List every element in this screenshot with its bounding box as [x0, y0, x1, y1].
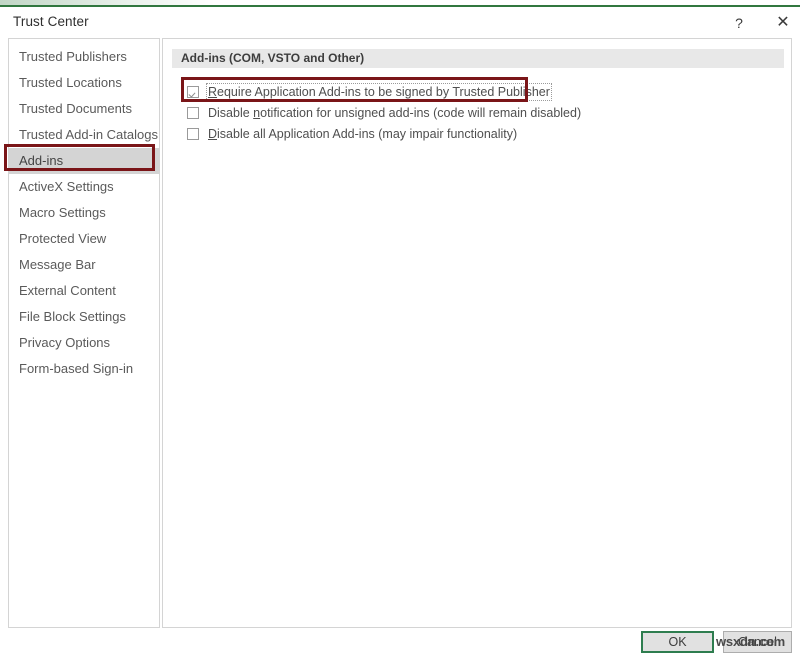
sidebar-list: Trusted PublishersTrusted LocationsTrust…: [9, 44, 159, 382]
option-row[interactable]: Require Application Add-ins to be signed…: [187, 81, 767, 102]
option-row[interactable]: Disable notification for unsigned add-in…: [187, 102, 767, 123]
option-row[interactable]: Disable all Application Add-ins (may imp…: [187, 123, 767, 144]
sidebar-item-trusted-add-in-catalogs[interactable]: Trusted Add-in Catalogs: [9, 122, 159, 148]
sidebar-item-privacy-options[interactable]: Privacy Options: [9, 330, 159, 356]
sidebar-item-external-content[interactable]: External Content: [9, 278, 159, 304]
help-icon[interactable]: ?: [722, 9, 756, 37]
checkbox-unchecked-icon[interactable]: [187, 107, 199, 119]
sidebar-item-file-block-settings[interactable]: File Block Settings: [9, 304, 159, 330]
window-title: Trust Center: [13, 14, 89, 29]
sidebar-item-trusted-locations[interactable]: Trusted Locations: [9, 70, 159, 96]
sidebar-item-protected-view[interactable]: Protected View: [9, 226, 159, 252]
sidebar-item-form-based-sign-in[interactable]: Form-based Sign-in: [9, 356, 159, 382]
addins-options-list: Require Application Add-ins to be signed…: [187, 81, 767, 144]
section-header-band: Add-ins (COM, VSTO and Other): [172, 49, 784, 68]
checkbox-unchecked-icon[interactable]: [187, 128, 199, 140]
ok-button[interactable]: OK: [641, 631, 714, 653]
option-label: Require Application Add-ins to be signed…: [208, 85, 550, 99]
sidebar-item-trusted-documents[interactable]: Trusted Documents: [9, 96, 159, 122]
option-label: Disable all Application Add-ins (may imp…: [208, 127, 517, 141]
window-accent-artifact: [0, 0, 215, 5]
sidebar-item-activex-settings[interactable]: ActiveX Settings: [9, 174, 159, 200]
option-label: Disable notification for unsigned add-in…: [208, 106, 581, 120]
sidebar-item-message-bar[interactable]: Message Bar: [9, 252, 159, 278]
section-header-label: Add-ins (COM, VSTO and Other): [181, 51, 364, 65]
content-panel: Add-ins (COM, VSTO and Other) Require Ap…: [162, 38, 792, 628]
sidebar-panel: Trusted PublishersTrusted LocationsTrust…: [8, 38, 160, 628]
title-bar: Trust Center ? ✕: [0, 7, 800, 39]
sidebar-item-add-ins[interactable]: Add-ins: [9, 148, 159, 174]
sidebar-item-trusted-publishers[interactable]: Trusted Publishers: [9, 44, 159, 70]
sidebar-item-macro-settings[interactable]: Macro Settings: [9, 200, 159, 226]
cancel-button[interactable]: Cancel: [723, 631, 792, 653]
trust-center-dialog: Trust Center ? ✕ Trusted PublishersTrust…: [0, 0, 800, 657]
close-icon[interactable]: ✕: [766, 9, 800, 37]
checkbox-checked-icon[interactable]: [187, 86, 199, 98]
